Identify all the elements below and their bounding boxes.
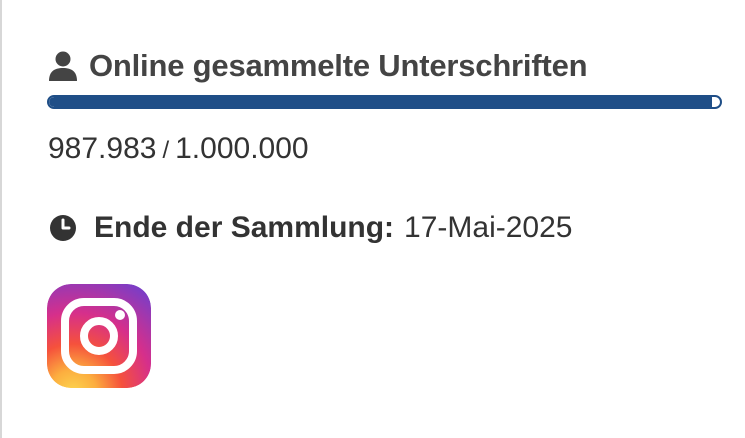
collected-count: 987.983 [48,132,157,165]
instagram-icon [47,284,151,388]
page-title: Online gesammelte Unterschriften [89,48,588,83]
count-separator: / [162,137,170,164]
collection-end-date: 17-Mai-2025 [404,211,573,244]
signature-header: Online gesammelte Unterschriften [47,44,588,88]
signature-progress-bar [47,95,722,109]
collection-end-row: Ende der Sammlung: 17-Mai-2025 [48,208,572,248]
goal-count: 1.000.000 [175,132,309,165]
person-icon [49,51,77,81]
signature-widget: Online gesammelte Unterschriften 987.983… [0,0,745,438]
signature-progress-fill [49,97,712,107]
instagram-link[interactable] [47,284,151,388]
collection-end-label: Ende der Sammlung: [94,211,395,244]
clock-icon [50,215,76,241]
signature-counter: 987.983/1.000.000 [48,132,309,166]
